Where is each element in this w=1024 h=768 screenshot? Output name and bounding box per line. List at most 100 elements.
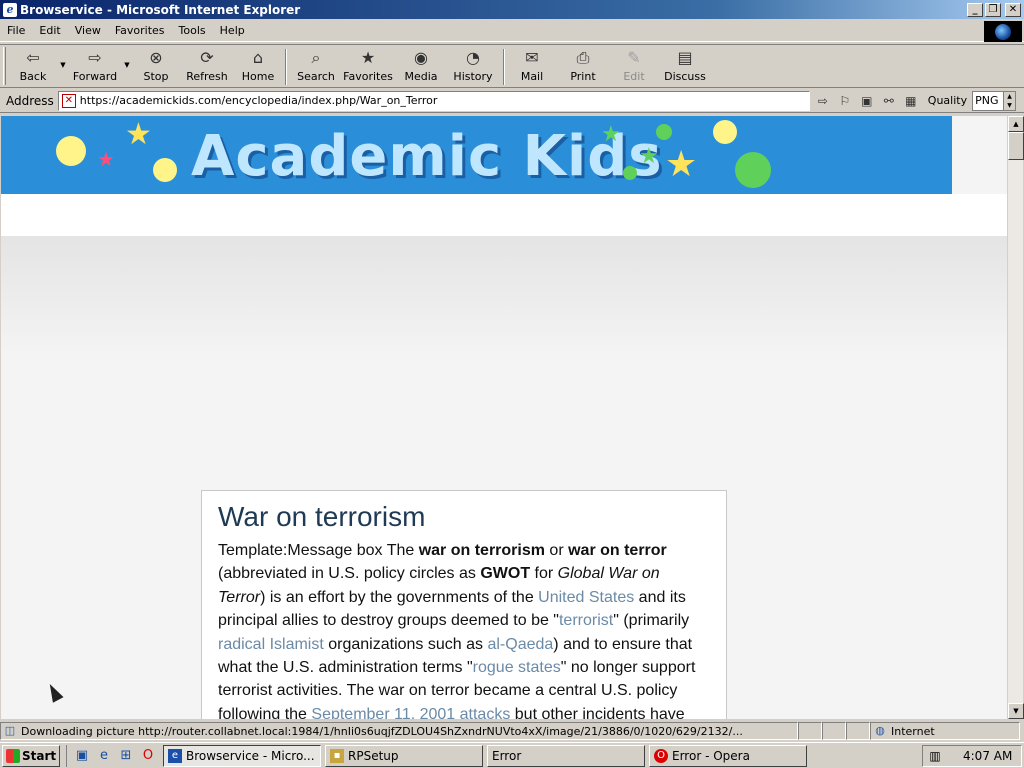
opera-icon[interactable]: O bbox=[139, 747, 157, 765]
forward-dropdown-button[interactable]: ▼ bbox=[121, 45, 133, 69]
network-icon[interactable]: ⊞ bbox=[117, 747, 135, 765]
link-rogue-states[interactable]: rogue states bbox=[473, 659, 561, 676]
binoculars-icon[interactable]: ⚯ bbox=[880, 92, 898, 110]
article-box: War on terrorism Template:Message box Th… bbox=[201, 490, 727, 719]
menu-tools[interactable]: Tools bbox=[172, 24, 213, 37]
bookmark-icon[interactable]: ⚐ bbox=[836, 92, 854, 110]
home-icon: ⌂ bbox=[252, 48, 264, 67]
maximize-button[interactable]: ❐ bbox=[985, 2, 1001, 17]
menu-help[interactable]: Help bbox=[213, 24, 252, 37]
mail-label: Mail bbox=[520, 70, 544, 83]
task-error[interactable]: Error bbox=[487, 744, 645, 767]
task-error-opera[interactable]: O Error - Opera bbox=[649, 744, 807, 767]
clipboard-icon[interactable]: ▦ bbox=[902, 92, 920, 110]
setup-icon: ▪ bbox=[330, 748, 344, 763]
opera-icon: O bbox=[654, 748, 668, 763]
star-icon: ★ bbox=[125, 117, 152, 152]
discuss-button[interactable]: ▤ Discuss bbox=[657, 45, 713, 87]
banner-logo-text: Academic Kids bbox=[191, 124, 663, 189]
task-browservice[interactable]: e Browservice - Micro... bbox=[163, 744, 321, 767]
address-bar: Address ✕ https://academickids.com/encyc… bbox=[0, 89, 1024, 113]
background-fade bbox=[1, 236, 1007, 356]
quick-launch: ▣ e ⊞ O bbox=[66, 744, 159, 767]
article-paragraph: Template:Message box The war on terroris… bbox=[218, 539, 710, 719]
favorites-button[interactable]: ★ Favorites bbox=[341, 45, 395, 87]
yellow-dot-decoration bbox=[713, 120, 737, 144]
address-label: Address bbox=[6, 93, 54, 108]
link-united-states[interactable]: United States bbox=[538, 589, 634, 606]
scroll-up-button[interactable]: ▲ bbox=[1008, 116, 1024, 132]
yellow-dot-decoration bbox=[153, 158, 177, 182]
scroll-down-button[interactable]: ▼ bbox=[1008, 703, 1024, 719]
forward-label: Forward bbox=[72, 70, 118, 83]
windows-logo-throbber bbox=[984, 21, 1022, 42]
scroll-thumb[interactable] bbox=[1008, 132, 1024, 160]
text: or bbox=[544, 542, 569, 559]
quality-spinner[interactable]: ▲ ▼ bbox=[1003, 91, 1016, 110]
page-icon[interactable]: ▣ bbox=[858, 92, 876, 110]
header-band bbox=[1, 194, 1007, 236]
stop-button[interactable]: ⊗ Stop bbox=[133, 45, 179, 87]
mail-icon: ✉ bbox=[525, 48, 539, 67]
address-input[interactable]: ✕ https://academickids.com/encyclopedia/… bbox=[57, 90, 810, 111]
print-button[interactable]: ⎙ Print bbox=[555, 45, 611, 87]
star-icon: ★ bbox=[601, 122, 621, 147]
minimize-button[interactable]: _ bbox=[967, 2, 983, 17]
home-button[interactable]: ⌂ Home bbox=[235, 45, 281, 87]
link-september-11[interactable]: September 11, 2001 attacks bbox=[311, 706, 510, 719]
search-button[interactable]: ⌕ Search bbox=[291, 45, 341, 87]
clock[interactable]: 4:07 AM bbox=[963, 749, 1012, 763]
search-label: Search bbox=[297, 70, 335, 83]
star-icon: ★ bbox=[639, 144, 659, 169]
back-dropdown-button[interactable]: ▼ bbox=[57, 45, 69, 69]
vertical-scrollbar[interactable]: ▲ ▼ bbox=[1007, 116, 1024, 719]
window-title: Browservice - Microsoft Internet Explore… bbox=[20, 2, 301, 17]
title-bar[interactable]: e Browservice - Microsoft Internet Explo… bbox=[0, 0, 1024, 19]
mail-button[interactable]: ✉ Mail bbox=[509, 45, 555, 87]
security-zone-panel[interactable]: ◍ Internet bbox=[870, 722, 1020, 740]
text: Template:Message box The bbox=[218, 542, 419, 559]
quality-label: Quality bbox=[927, 94, 968, 107]
refresh-icon: ⟳ bbox=[200, 48, 214, 67]
forward-button[interactable]: ⇨ Forward bbox=[69, 45, 121, 87]
toolbar-grip[interactable] bbox=[3, 47, 6, 85]
ie-window: e Browservice - Microsoft Internet Explo… bbox=[0, 0, 1024, 742]
system-tray: ▥ 4:07 AM bbox=[922, 745, 1022, 767]
show-desktop-icon[interactable]: ▣ bbox=[73, 747, 91, 765]
academic-kids-banner[interactable]: ★ ★ Academic Kids ★ ★ ★ bbox=[1, 116, 952, 194]
favorites-label: Favorites bbox=[343, 70, 393, 83]
green-dot-decoration bbox=[656, 124, 672, 140]
history-icon: ◔ bbox=[466, 48, 480, 67]
ie-icon[interactable]: e bbox=[95, 747, 113, 765]
menu-file[interactable]: File bbox=[0, 24, 32, 37]
task-label: RPSetup bbox=[348, 748, 399, 763]
bold-term: war on terrorism bbox=[418, 542, 545, 559]
refresh-button[interactable]: ⟳ Refresh bbox=[179, 45, 235, 87]
quality-value: PNG bbox=[975, 94, 999, 107]
edit-button[interactable]: ✎ Edit bbox=[611, 45, 657, 87]
close-button[interactable]: ✕ bbox=[1005, 2, 1021, 17]
history-button[interactable]: ◔ History bbox=[447, 45, 499, 87]
network-tray-icon[interactable]: ▥ bbox=[927, 748, 943, 764]
history-label: History bbox=[453, 70, 493, 83]
status-panel bbox=[798, 722, 822, 740]
link-al-qaeda[interactable]: al-Qaeda bbox=[487, 636, 553, 653]
link-terrorist[interactable]: terrorist bbox=[559, 612, 613, 629]
stop-label: Stop bbox=[143, 70, 169, 83]
ie-icon: e bbox=[168, 748, 182, 763]
menu-favorites[interactable]: Favorites bbox=[108, 24, 172, 37]
menu-edit[interactable]: Edit bbox=[32, 24, 67, 37]
go-arrow-icon[interactable]: ⇨ bbox=[814, 92, 832, 110]
task-rpsetup[interactable]: ▪ RPSetup bbox=[325, 744, 483, 767]
globe-icon bbox=[995, 23, 1011, 40]
link-radical-islamist[interactable]: radical Islamist bbox=[218, 636, 324, 653]
media-button[interactable]: ◉ Media bbox=[395, 45, 447, 87]
menu-bar: File Edit View Favorites Tools Help bbox=[0, 20, 1024, 42]
print-label: Print bbox=[570, 70, 596, 83]
start-button[interactable]: Start bbox=[2, 744, 60, 767]
back-button[interactable]: ⇦ Back bbox=[9, 45, 57, 87]
quality-select[interactable]: PNG ▲ ▼ bbox=[972, 90, 1017, 111]
text: (abbreviated in U.S. policy circles as bbox=[218, 565, 481, 583]
page-viewport[interactable]: ★ ★ Academic Kids ★ ★ ★ War on terrorism… bbox=[1, 116, 1007, 719]
menu-view[interactable]: View bbox=[68, 24, 108, 37]
